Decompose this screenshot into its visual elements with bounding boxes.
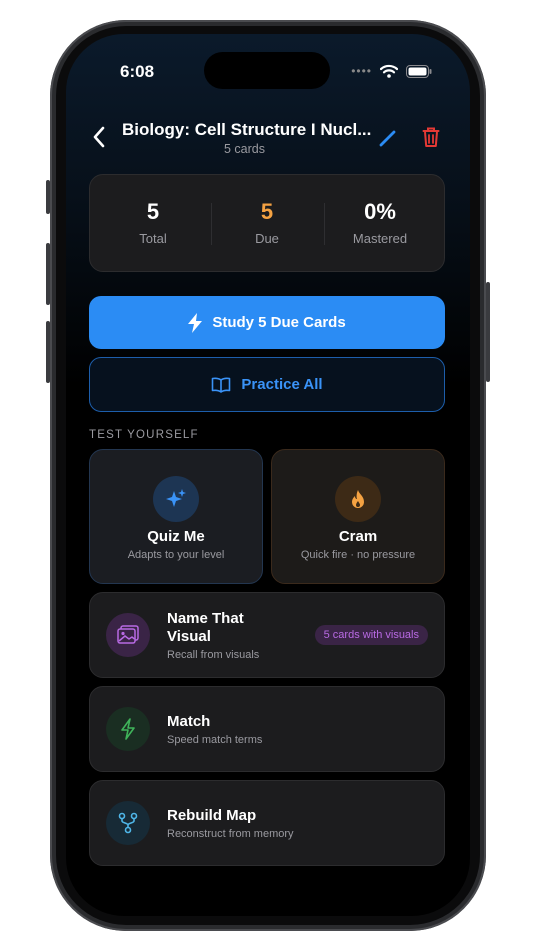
quiz-me-subtitle: Adapts to your level <box>127 549 225 561</box>
name-that-visual-title-line1: Name That <box>167 610 244 627</box>
quiz-me-card[interactable]: Quiz Me Adapts to your level <box>89 449 263 584</box>
rebuild-map-title: Rebuild Map <box>167 807 257 824</box>
deck-title: Biology: Cell Structure I Nucl... <box>122 120 372 139</box>
study-due-label: Study 5 Due Cards <box>212 314 346 331</box>
pencil-icon <box>379 130 396 147</box>
section-header: TEST YOURSELF <box>89 429 199 441</box>
practice-all-button[interactable]: Practice All <box>89 357 445 412</box>
stat-mastered-value: 0% <box>364 199 396 224</box>
sparkles-icon <box>153 476 199 522</box>
stat-due-label: Due <box>255 231 279 246</box>
power-button <box>486 282 490 382</box>
name-that-visual-card[interactable]: Name That Visual Recall from visuals 5 c… <box>89 592 445 678</box>
cram-title: Cram <box>338 528 378 545</box>
image-icon <box>106 613 150 657</box>
stat-mastered: 0% Mastered <box>321 199 439 246</box>
chevron-left-icon <box>93 126 105 148</box>
quiz-me-title: Quiz Me <box>147 528 205 545</box>
branch-icon <box>106 801 150 845</box>
trash-icon <box>422 127 440 147</box>
wifi-icon <box>380 64 398 78</box>
name-that-visual-subtitle: Recall from visuals <box>167 649 260 661</box>
stat-total-value: 5 <box>146 199 160 224</box>
cram-card[interactable]: Cram Quick fire · no pressure <box>271 449 445 584</box>
study-due-button[interactable]: Study 5 Due Cards <box>89 296 445 349</box>
battery-icon <box>406 64 432 78</box>
match-subtitle: Speed match terms <box>167 734 263 746</box>
screen: 6:08 •••• Biology: Cell Structure I Nucl… <box>66 34 470 916</box>
stat-mastered-label: Mastered <box>352 231 408 246</box>
nav-bar: Biology: Cell Structure I Nucl... 5 card… <box>66 118 470 162</box>
back-button[interactable] <box>92 126 106 152</box>
bolt-icon <box>188 312 203 333</box>
flame-icon <box>335 476 381 522</box>
status-icons: •••• <box>351 64 432 78</box>
status-time: 6:08 <box>120 62 155 81</box>
stat-total-label: Total <box>139 231 167 246</box>
bolt-icon <box>106 707 150 751</box>
dynamic-island <box>204 52 330 89</box>
stat-due-value: 5 <box>260 199 274 224</box>
rebuild-map-subtitle: Reconstruct from memory <box>167 828 294 840</box>
rebuild-map-card[interactable]: Rebuild Map Reconstruct from memory <box>89 780 445 866</box>
stats-card: 5 Total 5 Due 0% Mastered <box>89 174 445 272</box>
visuals-badge: 5 cards with visuals <box>314 625 428 645</box>
cram-subtitle: Quick fire · no pressure <box>300 549 416 561</box>
edit-button[interactable] <box>378 128 398 153</box>
delete-button[interactable] <box>422 126 440 153</box>
name-that-visual-title-line2: Visual <box>167 628 211 645</box>
book-open-icon <box>212 377 231 393</box>
card-count: 5 cards <box>224 142 265 156</box>
match-card[interactable]: Match Speed match terms <box>89 686 445 772</box>
match-title: Match <box>167 713 211 730</box>
practice-all-label: Practice All <box>241 376 323 393</box>
stat-due: 5 Due <box>208 199 326 246</box>
signal-icon: •••• <box>351 64 372 78</box>
stat-total: 5 Total <box>94 199 212 246</box>
